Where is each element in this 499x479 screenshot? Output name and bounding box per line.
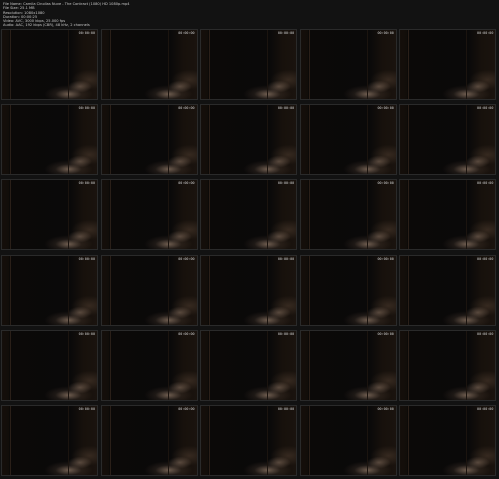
video-thumbnail: 00:00:00: [200, 405, 298, 476]
video-thumbnail: 00:00:00: [200, 254, 298, 326]
thumbnail-timestamp: 00:00:00: [377, 407, 394, 411]
video-thumbnail: 00:00:00: [1, 29, 98, 100]
video-thumbnail: 00:00:00: [399, 405, 497, 476]
thumbnail-timestamp: 00:00:00: [277, 106, 295, 111]
thumbnail-timestamp: 00:00:00: [477, 106, 494, 111]
video-thumbnail: 00:00:00: [200, 29, 298, 100]
thumbnail-timestamp: 00:00:00: [178, 106, 195, 111]
thumbnail-timestamp: 00:00:00: [178, 256, 195, 261]
thumbnail-timestamp: 00:00:00: [178, 407, 195, 411]
thumbnail-timestamp: 00:00:00: [477, 181, 494, 186]
thumbnail-timestamp: 00:00:00: [277, 31, 295, 35]
video-thumbnail: 00:00:00: [1, 254, 98, 326]
video-thumbnail: 00:00:00: [1, 104, 98, 176]
video-thumbnail: 00:00:00: [100, 104, 198, 176]
thumbnail-timestamp: 00:00:00: [277, 181, 295, 186]
file-info-header: File Name: Camila Cinolias Nuve - The Co…: [3, 2, 493, 28]
video-thumbnail: 00:00:00: [100, 179, 198, 251]
thumbnail-grid: 00:00:00 00:00:00 00:00:00 00:00:00 00:00:00…: [1, 29, 499, 479]
thumbnail-timestamp: 00:00:00: [78, 331, 95, 336]
thumbnail-timestamp: 00:00:00: [78, 106, 95, 111]
video-thumbnail: 00:00:00: [1, 179, 98, 251]
video-thumbnail: 00:00:00: [399, 329, 497, 401]
thumbnail-timestamp: 00:00:00: [477, 256, 494, 261]
thumbnail-timestamp: 00:00:00: [377, 256, 394, 261]
thumbnail-timestamp: 00:00:00: [477, 331, 494, 336]
video-thumbnail: 00:00:00: [200, 104, 298, 176]
video-thumbnail: 00:00:00: [299, 254, 397, 326]
thumbnail-timestamp: 00:00:00: [377, 106, 394, 111]
video-thumbnail: 00:00:00: [399, 254, 497, 326]
thumbnail-timestamp: 00:00:00: [277, 331, 295, 336]
video-thumbnail: 00:00:00: [299, 179, 397, 251]
thumbnail-timestamp: 00:00:00: [78, 31, 95, 35]
thumbnail-timestamp: 00:00:00: [78, 256, 95, 261]
audio-info-text: Audio: AAC, 192 kbps (CBR), 48 kHz, 2 ch…: [3, 23, 90, 28]
video-thumbnail: 00:00:00: [200, 179, 298, 251]
video-thumbnail: 00:00:00: [1, 329, 98, 401]
video-thumbnail: 00:00:00: [299, 29, 397, 100]
video-thumbnail: 00:00:00: [299, 405, 397, 476]
thumbnail-timestamp: 00:00:00: [377, 331, 394, 336]
video-thumbnail: 00:00:00: [200, 329, 298, 401]
video-thumbnail: 00:00:00: [299, 104, 397, 176]
video-thumbnail: 00:00:00: [100, 329, 198, 401]
video-thumbnail: 00:00:00: [399, 179, 497, 251]
thumbnail-timestamp: 00:00:00: [78, 407, 95, 411]
thumbnail-timestamp: 00:00:00: [377, 181, 394, 186]
video-thumbnail: 00:00:00: [1, 405, 98, 476]
video-thumbnail: 00:00:00: [100, 29, 198, 100]
video-thumbnail: 00:00:00: [100, 405, 198, 476]
video-thumbnail: 00:00:00: [399, 29, 497, 100]
thumbnail-timestamp: 00:00:00: [277, 256, 295, 261]
thumbnail-timestamp: 00:00:00: [277, 407, 295, 411]
thumbnail-timestamp: 00:00:00: [178, 331, 195, 336]
thumbnail-timestamp: 00:00:00: [78, 181, 95, 186]
video-thumbnail: 00:00:00: [299, 329, 397, 401]
thumbnail-timestamp: 00:00:00: [477, 31, 494, 35]
video-thumbnail: 00:00:00: [399, 104, 497, 176]
thumbnail-timestamp: 00:00:00: [178, 31, 195, 35]
thumbnail-timestamp: 00:00:00: [377, 31, 394, 35]
thumbnail-timestamp: 00:00:00: [178, 181, 195, 186]
thumbnail-timestamp: 00:00:00: [477, 407, 494, 411]
video-thumbnail: 00:00:00: [100, 254, 198, 326]
